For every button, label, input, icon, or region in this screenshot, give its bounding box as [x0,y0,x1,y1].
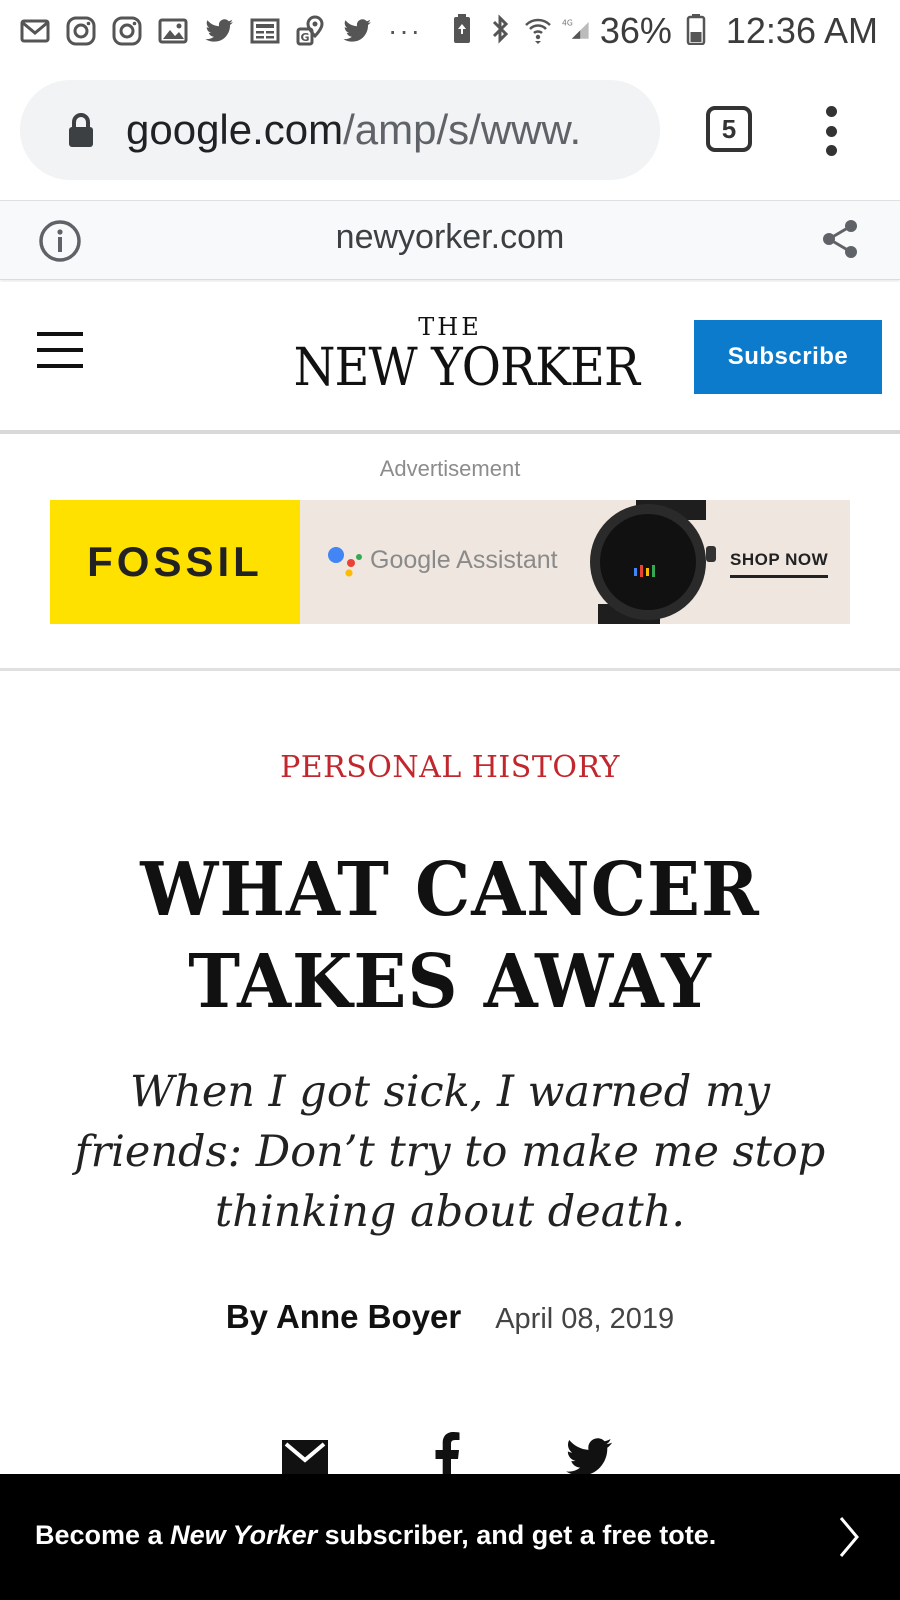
amp-domain[interactable]: newyorker.com [0,218,900,257]
menu-dot [825,145,837,156]
twitter-share-icon[interactable] [566,1438,612,1478]
system-status: 4G 36% 12:36 AM [448,10,878,52]
address-bar[interactable]: google.com/amp/s/www. [20,80,660,180]
google-assistant-text: Google Assistant [370,546,558,574]
signal-icon: 4G [562,13,590,50]
promo-text-magazine: New Yorker [170,1520,318,1550]
clock: 12:36 AM [725,10,878,51]
ad-product-panel: Google Assistant SHOP NOW [300,500,850,624]
lock-icon[interactable] [66,111,96,149]
bluetooth-icon [486,13,514,50]
battery-saver-icon [448,13,476,50]
article-rubric[interactable]: PERSONAL HISTORY [0,750,900,785]
battery-icon [682,13,710,50]
status-bar: G ··· 4G 36% 12:36 AM [0,0,900,62]
twitter-icon [340,14,374,48]
instagram-icon [64,14,98,48]
ad-banner[interactable]: FOSSIL Google Assistant SHOP NOW [50,500,850,624]
smartwatch-image [590,500,716,624]
subscribe-button[interactable]: Subscribe [694,320,882,394]
news-icon [248,14,282,48]
email-share-icon[interactable] [282,1440,328,1476]
logo-the: THE [418,313,482,341]
logo-name: NEW YORKER [293,338,640,398]
promo-text-end: subscriber, and get a free tote. [317,1520,717,1550]
ad-brand-panel: FOSSIL [50,500,300,624]
battery-percentage: 36% [599,10,672,51]
publish-date: April 08, 2019 [495,1303,675,1335]
menu-dot [825,106,837,117]
ad-divider [0,668,900,671]
more-notifications-icon: ··· [388,15,422,46]
hamburger-menu-button[interactable] [37,332,83,368]
hamburger-line [37,348,83,352]
hamburger-line [37,364,83,368]
svg-text:G: G [301,31,310,44]
promo-text: Become a New Yorker subscriber, and get … [35,1520,716,1551]
article-dek: When I got sick, I warned my friends: Do… [74,1067,826,1237]
url-text[interactable]: google.com/amp/s/www. [126,102,646,158]
google-assistant-icon [328,547,362,577]
share-icon[interactable] [820,218,860,260]
menu-dot [825,125,837,137]
byline: By Anne Boyer April 08, 2019 [0,1298,900,1336]
article-headline: WHAT CANCER TAKES AWAY [140,847,760,1025]
amp-header-bar: newyorker.com [0,200,900,280]
site-header: THE NEW YORKER Subscribe [0,282,900,434]
network-type-label: 4G [562,18,573,27]
shop-now-link[interactable]: SHOP NOW [730,550,829,578]
url-path: /amp/s/www. [343,106,582,153]
overflow-menu-button[interactable] [816,106,846,156]
site-logo[interactable]: THE NEW YORKER [280,313,640,398]
browser-toolbar: google.com/amp/s/www. 5 [0,62,900,200]
subscription-promo-bar[interactable]: Become a New Yorker subscriber, and get … [0,1474,900,1600]
notification-icons: G ··· [18,12,422,50]
promo-text-start: Become a [35,1520,171,1550]
instagram-icon [110,14,144,48]
tab-switcher-button[interactable]: 5 [706,106,752,152]
author-name[interactable]: By Anne Boyer [226,1298,461,1336]
twitter-icon [202,14,236,48]
url-host: google.com [126,106,344,153]
wifi-icon [524,13,552,50]
gmail-icon [18,14,52,48]
chevron-right-icon[interactable] [838,1516,860,1558]
maps-icon: G [294,14,328,48]
gallery-icon [156,14,190,48]
hamburger-line [37,332,83,336]
advertisement-label: Advertisement [379,456,521,481]
ad-brand: FOSSIL [87,538,263,585]
